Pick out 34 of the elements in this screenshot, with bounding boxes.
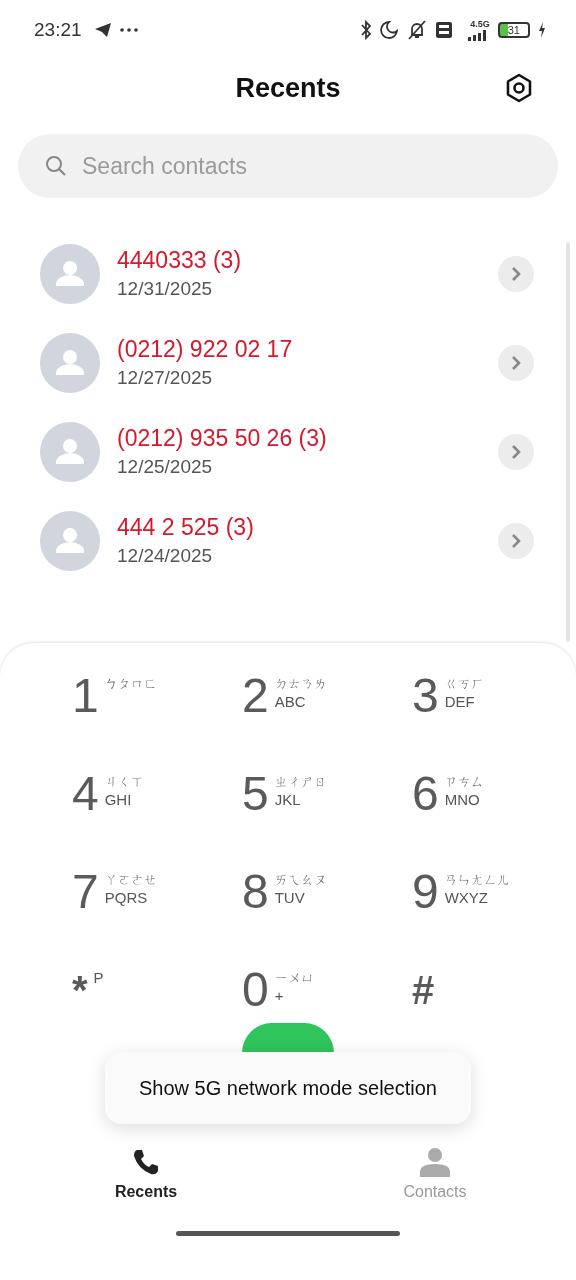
avatar-icon <box>40 510 100 571</box>
search-field[interactable]: Search contacts <box>18 134 558 198</box>
chevron-icon[interactable] <box>498 433 534 470</box>
more-icon <box>119 28 138 32</box>
call-date: 12/24/2025 <box>117 545 214 567</box>
phone-number: (0212) 935 50 26 (3) <box>117 425 328 452</box>
network-type: 4.5G <box>470 19 490 29</box>
dial-key[interactable]: # <box>412 965 576 1019</box>
page-title: Recents <box>235 72 341 104</box>
avatar-icon <box>40 421 100 482</box>
phone-number: 444 2 525 (3) <box>117 514 255 541</box>
phone-number: 4440333 (3) <box>117 247 243 274</box>
phone-icon <box>131 1147 161 1177</box>
volte-icon <box>435 22 452 38</box>
moon-icon <box>379 21 398 39</box>
chevron-icon[interactable] <box>498 344 534 381</box>
avatar-icon <box>40 243 100 304</box>
phone-number: (0212) 922 02 17 <box>117 336 294 363</box>
bluetooth-icon <box>359 20 372 40</box>
chevron-icon[interactable] <box>498 255 534 292</box>
person-icon <box>419 1147 451 1177</box>
charging-icon <box>538 22 546 38</box>
paper-plane-icon <box>93 22 112 38</box>
nav-tab[interactable]: Recents <box>0 1147 294 1201</box>
settings-icon[interactable] <box>504 73 534 103</box>
muted-bell-icon <box>405 20 428 40</box>
chevron-icon[interactable] <box>498 522 534 559</box>
call-date: 12/31/2025 <box>117 278 214 300</box>
call-date: 12/27/2025 <box>117 367 214 389</box>
network-mode-toast: Show 5G network mode selection <box>105 1052 471 1124</box>
avatar-icon <box>40 332 100 393</box>
status-time: 23:21 <box>34 19 82 41</box>
battery-indicator: 31 <box>497 22 530 38</box>
call-date: 12/25/2025 <box>117 456 214 478</box>
